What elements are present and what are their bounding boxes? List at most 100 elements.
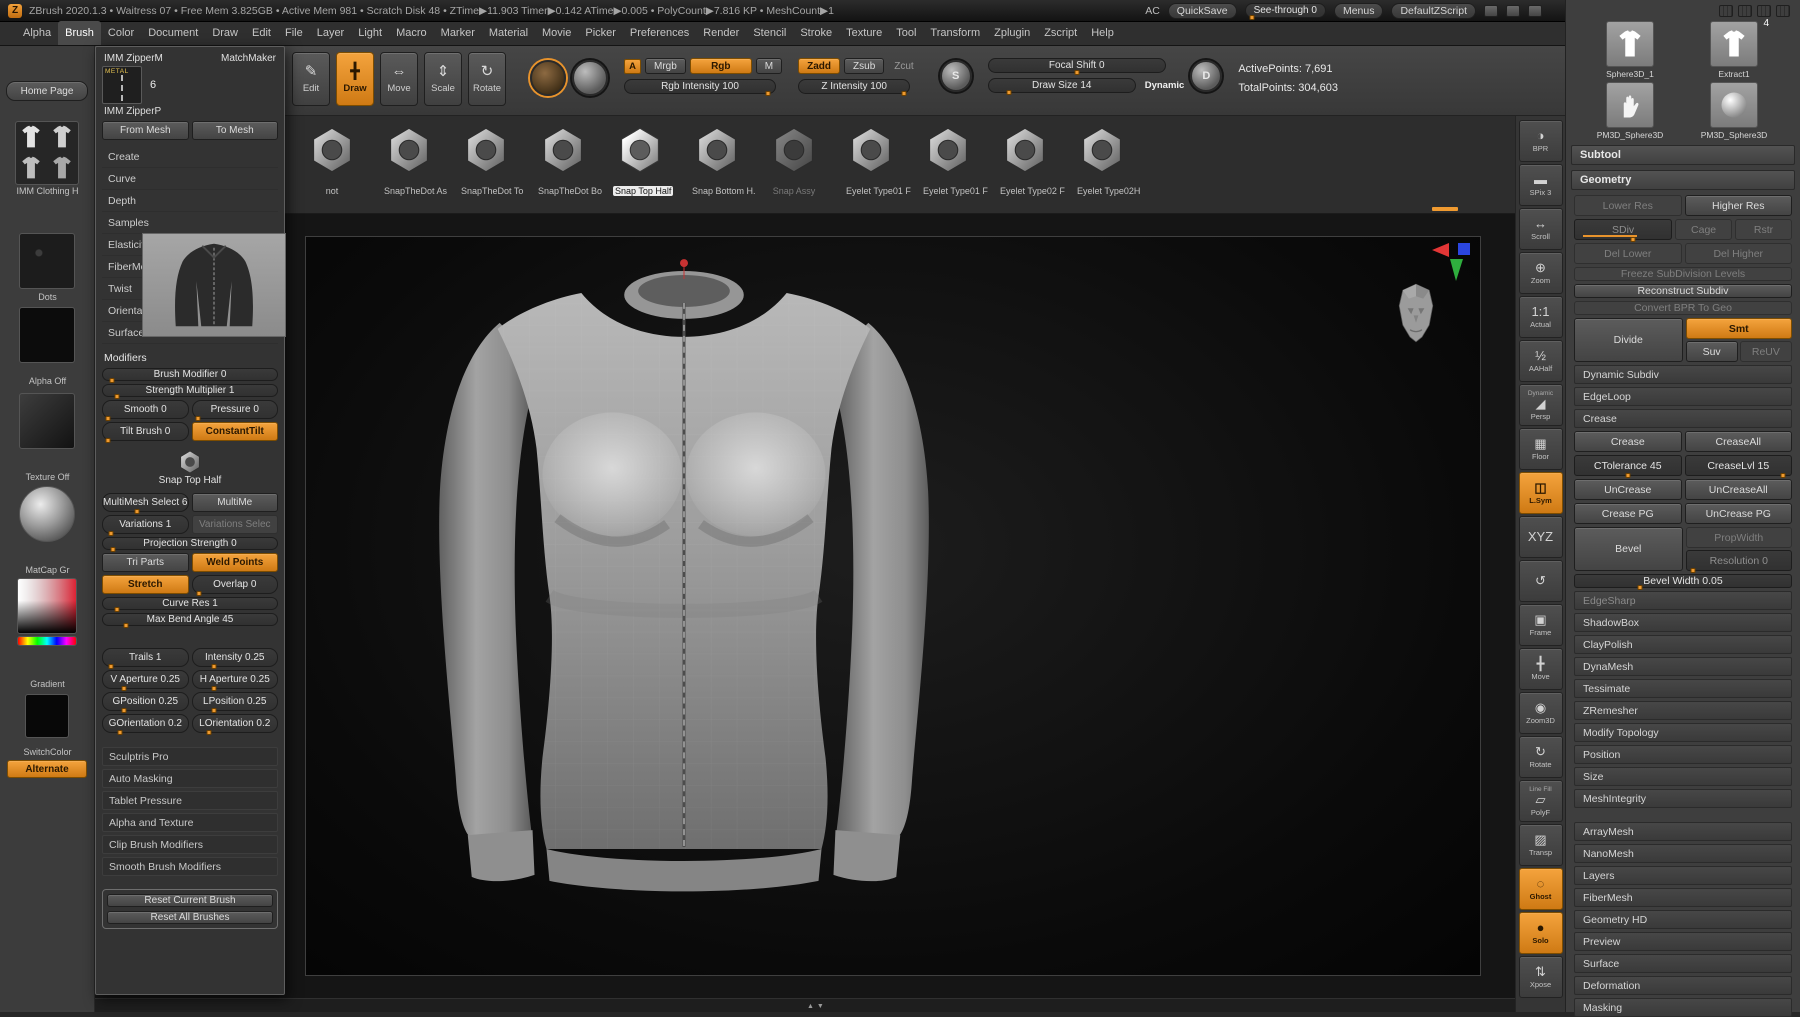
menu-item[interactable]: Macro — [389, 21, 434, 45]
rightshelf-button[interactable]: ◑ BPR — [1518, 120, 1563, 162]
brush-menu-category[interactable]: Samples — [102, 212, 278, 234]
ctolerance-slider[interactable]: CTolerance 45 — [1574, 455, 1682, 478]
axis-orientation-gizmo[interactable] — [1430, 241, 1476, 283]
hue-strip[interactable] — [17, 636, 77, 646]
gorientation-slider[interactable]: GOrientation 0.2 — [102, 714, 189, 735]
doc-layout-icon[interactable] — [1738, 5, 1752, 17]
reset-current-brush-button[interactable]: Reset Current Brush — [107, 894, 273, 907]
brush-subsection[interactable]: Tablet Pressure — [102, 791, 278, 810]
move-button[interactable]: ⇔ Move — [380, 52, 418, 106]
rgb-intensity-slider[interactable]: Rgb Intensity 100 — [624, 79, 776, 96]
scroll-arrows-icon[interactable]: ▲▼ — [807, 1003, 827, 1010]
lposition-slider[interactable]: LPosition 0.25 — [191, 692, 278, 713]
brush-item-imm-zipperm[interactable]: IMM ZipperM — [104, 53, 163, 64]
mrgb-button[interactable]: Mrgb — [645, 58, 686, 74]
crease-all-button[interactable]: CreaseAll — [1684, 431, 1792, 452]
menu-item[interactable]: Brush — [58, 21, 101, 45]
tool-slot[interactable]: PM3D_Sphere3D — [1578, 82, 1682, 140]
rightshelf-button[interactable]: ▦ Floor — [1518, 428, 1563, 470]
smt-button[interactable]: Smt — [1685, 318, 1792, 339]
crease-section-header[interactable]: Crease — [1574, 409, 1792, 428]
tool-slot[interactable]: Sphere3D_1 — [1578, 21, 1682, 79]
brush-item-imm-zipperp[interactable]: IMM ZipperP — [102, 104, 278, 119]
sculptris-pro-button[interactable]: S — [939, 60, 972, 92]
uncrease-all-button[interactable]: UnCreaseAll — [1684, 479, 1792, 500]
rightshelf-button[interactable]: ╋ Move — [1518, 648, 1563, 690]
bevel-width-slider[interactable]: Bevel Width 0.05 — [1574, 574, 1792, 590]
brush-thumbnail[interactable]: SnapTheDot As — [382, 124, 447, 199]
menu-item[interactable]: File — [278, 21, 310, 45]
draw-size-slider[interactable]: Draw Size 14 — [987, 78, 1136, 95]
menu-item[interactable]: Stroke — [793, 21, 839, 45]
document-viewport[interactable] — [305, 236, 1481, 976]
pressure-slider[interactable]: Pressure 0 — [191, 400, 278, 421]
curve-res-slider[interactable]: Curve Res 1 — [102, 597, 278, 612]
brush-thumbnail[interactable]: SnapTheDot Bo — [536, 124, 602, 199]
crease-button[interactable]: Crease — [1574, 431, 1682, 452]
uncrease-button[interactable]: UnCrease — [1574, 479, 1682, 500]
zsub-button[interactable]: Zsub — [844, 58, 885, 74]
menus-button[interactable]: Menus — [1333, 2, 1384, 19]
geometry-subsection[interactable]: ZRemesher — [1574, 701, 1792, 720]
menu-item[interactable]: Transform — [923, 21, 987, 45]
current-brush-preview[interactable] — [142, 233, 286, 337]
dynamic-draw-size-label[interactable]: Dynamic — [1145, 80, 1185, 91]
divide-button[interactable]: Divide — [1574, 318, 1683, 362]
menu-item[interactable]: Texture — [839, 21, 889, 45]
variations-slider[interactable]: Variations 1 — [102, 515, 189, 536]
draw-button[interactable]: ╋ Draw — [336, 52, 374, 106]
tool-palette-section[interactable]: ArrayMesh — [1574, 822, 1792, 841]
imm-clothing-brush-thumb[interactable] — [15, 121, 79, 185]
subtool-palette-header[interactable]: Subtool — [1571, 145, 1795, 165]
color-picker-gradient[interactable] — [17, 578, 77, 634]
geometry-subsection[interactable]: Modify Topology — [1574, 723, 1792, 742]
rightshelf-button[interactable]: ↻ Rotate — [1518, 736, 1563, 778]
suv-button[interactable]: Suv — [1685, 341, 1738, 362]
rightshelf-button[interactable]: XYZ — [1518, 516, 1563, 558]
rightshelf-button[interactable]: 1:1 Actual — [1518, 296, 1563, 338]
to-mesh-button[interactable]: To Mesh — [191, 121, 278, 140]
reuv-button[interactable]: ReUV — [1739, 341, 1792, 362]
brush-thumbnail[interactable]: not — [305, 124, 359, 199]
matcap-thumb[interactable] — [19, 486, 75, 542]
multimesh-select-slider[interactable]: MultiMesh Select 6 — [102, 493, 189, 514]
brush-thumbnail[interactable]: SnapTheDot To — [459, 124, 523, 199]
current-stroke-picker[interactable] — [572, 60, 608, 96]
menu-item[interactable]: Material — [482, 21, 535, 45]
from-mesh-button[interactable]: From Mesh — [102, 121, 189, 140]
lower-res-button[interactable]: Lower Res — [1574, 195, 1682, 216]
edit-button[interactable]: ✎ Edit — [292, 52, 330, 106]
rgb-button[interactable]: Rgb — [689, 58, 752, 74]
rightshelf-button[interactable]: ⊕ Zoom — [1518, 252, 1563, 294]
constant-tilt-button[interactable]: ConstantTilt — [191, 422, 278, 441]
brush-thumbnail[interactable]: Eyelet Type02H — [1075, 124, 1140, 199]
rightshelf-button[interactable]: Dynamic ◢ Persp — [1518, 384, 1563, 426]
menu-item[interactable]: Light — [351, 21, 389, 45]
rightshelf-button[interactable]: ◌ Ghost — [1518, 868, 1563, 910]
tool-palette-section[interactable]: Masking — [1574, 998, 1792, 1017]
stroke-dots-thumb[interactable] — [19, 233, 75, 289]
geometry-subsection[interactable]: Tessimate — [1574, 679, 1792, 698]
tool-palette-section[interactable]: FiberMesh — [1574, 888, 1792, 907]
bevel-button[interactable]: Bevel — [1574, 527, 1683, 571]
geometry-subsection[interactable]: DynaMesh — [1574, 657, 1792, 676]
rightshelf-button[interactable]: ↔ Scroll — [1518, 208, 1563, 250]
alternate-button[interactable]: Alternate — [7, 760, 87, 778]
brush-subsection[interactable]: Clip Brush Modifiers — [102, 835, 278, 854]
sdiv-slider[interactable]: SDiv — [1574, 219, 1673, 242]
menu-item[interactable]: Preferences — [623, 21, 696, 45]
rightshelf-button[interactable]: ▨ Transp — [1518, 824, 1563, 866]
zscript-prev-icon[interactable] — [1484, 4, 1498, 17]
menu-item[interactable]: Marker — [434, 21, 482, 45]
focal-shift-slider[interactable]: Focal Shift 0 — [987, 58, 1166, 75]
strength-multiplier-slider[interactable]: Strength Multiplier 1 — [102, 384, 278, 399]
intensity-slider[interactable]: Intensity 0.25 — [191, 648, 278, 669]
switch-color-swatch[interactable] — [25, 694, 69, 738]
menu-item[interactable]: Layer — [310, 21, 352, 45]
tool-palette-section[interactable]: Geometry HD — [1574, 910, 1792, 929]
lorientation-slider[interactable]: LOrientation 0.2 — [191, 714, 278, 735]
texture-off-thumb[interactable] — [19, 393, 75, 449]
geometry-subsection[interactable]: Position — [1574, 745, 1792, 764]
home-page-button[interactable]: Home Page — [6, 81, 88, 101]
max-bend-angle-slider[interactable]: Max Bend Angle 45 — [102, 613, 278, 628]
